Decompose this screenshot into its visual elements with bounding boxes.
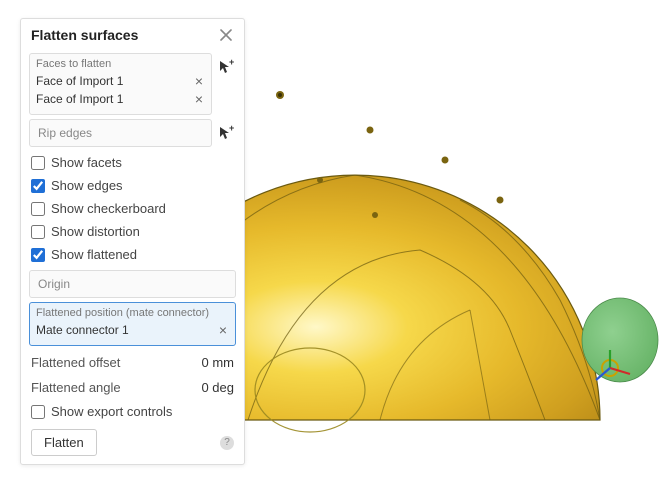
flattened-position-field[interactable]: Flattened position (mate connector) Mate… <box>29 302 236 346</box>
rip-edges-placeholder: Rip edges <box>38 126 92 140</box>
flattened-position-label: Flattened position (mate connector) <box>36 307 229 319</box>
remove-face-icon[interactable]: × <box>193 91 205 107</box>
flattened-angle-label: Flattened angle <box>31 380 121 395</box>
faces-to-flatten-label: Faces to flatten <box>36 58 205 70</box>
flattened-angle-value: 0 deg <box>201 380 234 395</box>
remove-mate-connector-icon[interactable]: × <box>217 322 229 338</box>
flattened-offset-row[interactable]: Flattened offset 0 mm <box>21 350 244 375</box>
show-facets-input[interactable] <box>31 156 45 170</box>
face-selection-item[interactable]: Face of Import 1 × <box>36 72 205 90</box>
show-checkerboard-checkbox[interactable]: Show checkerboard <box>21 197 244 220</box>
show-export-controls-label: Show export controls <box>51 404 172 419</box>
flattened-preview[interactable] <box>582 298 658 382</box>
help-icon[interactable]: ? <box>220 436 234 450</box>
show-checkerboard-input[interactable] <box>31 202 45 216</box>
origin-placeholder: Origin <box>38 277 70 291</box>
svg-text:+: + <box>229 125 234 133</box>
show-edges-label: Show edges <box>51 178 123 193</box>
show-export-controls-input[interactable] <box>31 405 45 419</box>
show-facets-checkbox[interactable]: Show facets <box>21 151 244 174</box>
rip-edges-field[interactable]: Rip edges <box>29 119 212 147</box>
show-distortion-label: Show distortion <box>51 224 140 239</box>
show-flattened-label: Show flattened <box>51 247 137 262</box>
flattened-offset-value: 0 mm <box>202 355 235 370</box>
faces-to-flatten-field[interactable]: Faces to flatten Face of Import 1 × Face… <box>29 53 212 115</box>
show-edges-checkbox[interactable]: Show edges <box>21 174 244 197</box>
select-faces-cursor-icon[interactable]: + <box>216 57 236 77</box>
flatten-surfaces-panel: Flatten surfaces Faces to flatten Face o… <box>20 18 245 465</box>
remove-face-icon[interactable]: × <box>193 73 205 89</box>
close-icon[interactable] <box>218 27 234 43</box>
flattened-angle-row[interactable]: Flattened angle 0 deg <box>21 375 244 400</box>
svg-text:+: + <box>229 59 234 67</box>
flatten-button[interactable]: Flatten <box>31 429 97 456</box>
flattened-position-value: Mate connector 1 <box>36 323 129 337</box>
face-selection-item[interactable]: Face of Import 1 × <box>36 90 205 108</box>
panel-title: Flatten surfaces <box>31 27 138 43</box>
origin-field[interactable]: Origin <box>29 270 236 298</box>
show-export-controls-checkbox[interactable]: Show export controls <box>21 400 244 423</box>
show-facets-label: Show facets <box>51 155 122 170</box>
show-edges-input[interactable] <box>31 179 45 193</box>
show-flattened-input[interactable] <box>31 248 45 262</box>
show-distortion-input[interactable] <box>31 225 45 239</box>
select-edges-cursor-icon[interactable]: + <box>216 123 236 143</box>
show-distortion-checkbox[interactable]: Show distortion <box>21 220 244 243</box>
show-checkerboard-label: Show checkerboard <box>51 201 166 216</box>
show-flattened-checkbox[interactable]: Show flattened <box>21 243 244 266</box>
flattened-offset-label: Flattened offset <box>31 355 120 370</box>
face-selection-label: Face of Import 1 <box>36 74 123 88</box>
face-selection-label: Face of Import 1 <box>36 92 123 106</box>
